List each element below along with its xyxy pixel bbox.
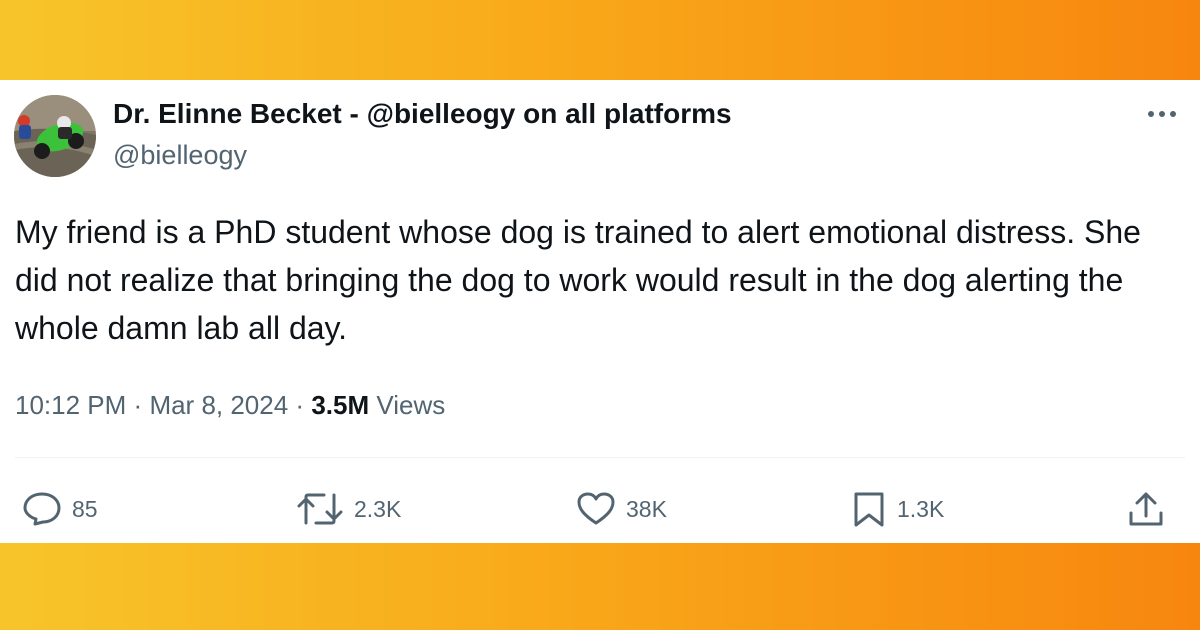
avatar-image [14,95,96,177]
heart-icon [577,492,615,525]
author-display-name[interactable]: Dr. Elinne Becket - @bielleogy on all pl… [113,98,732,130]
reply-icon [23,492,61,526]
more-options-button[interactable] [1142,102,1182,126]
meta-separator: · [295,390,305,420]
like-button[interactable]: 38K [576,491,667,527]
reply-count: 85 [72,495,98,522]
repost-button[interactable]: 2.3K [296,491,401,527]
like-count: 38K [626,495,667,522]
divider [15,457,1185,458]
share-icon [1129,492,1163,526]
tweet-text: My friend is a PhD student whose dog is … [15,214,1141,346]
views-count: 3.5M [311,390,370,420]
bookmark-button[interactable]: 1.3K [851,491,944,527]
avatar[interactable] [14,95,96,177]
share-button[interactable] [1126,491,1166,527]
repost-count: 2.3K [354,495,402,522]
reply-button[interactable]: 85 [22,491,98,527]
tweet-time[interactable]: 10:12 PM [15,390,126,420]
more-icon [1148,111,1176,117]
tweet-card: Dr. Elinne Becket - @bielleogy on all pl… [0,80,1200,543]
tweet-date[interactable]: Mar 8, 2024 [149,390,288,420]
bookmark-count: 1.3K [897,495,945,522]
author-handle[interactable]: @bielleogy [113,140,247,171]
repost-icon [297,493,343,525]
meta-separator: · [133,390,143,420]
bookmark-icon [854,492,884,527]
views-label: Views [376,390,446,420]
tweet-meta: 10:12 PM · Mar 8, 2024 · 3.5M Views [15,390,445,421]
